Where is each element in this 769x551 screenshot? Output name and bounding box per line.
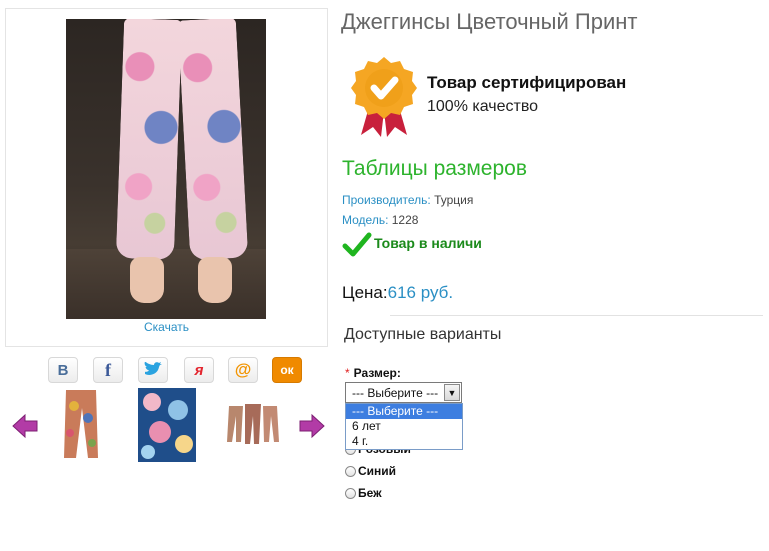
certification-subtitle: 100% качество xyxy=(427,98,539,115)
vk-icon[interactable]: В xyxy=(48,357,78,383)
model-row: Модель: 1228 xyxy=(342,213,418,227)
twitter-bird-shape xyxy=(144,362,162,375)
size-table-link[interactable]: Таблицы размеров xyxy=(342,157,527,181)
certification-title: Товар сертифицирован xyxy=(427,73,627,92)
photo-left-leg xyxy=(115,19,183,260)
chevron-down-icon[interactable]: ▼ xyxy=(444,384,460,401)
color-label-beige: Беж xyxy=(358,486,382,500)
divider xyxy=(390,315,763,316)
product-image-frame: Скачать xyxy=(5,8,328,347)
radio-button[interactable] xyxy=(345,488,356,499)
certified-badge-icon xyxy=(351,57,417,137)
manufacturer-label[interactable]: Производитель: xyxy=(342,193,431,207)
thumbnail-3[interactable] xyxy=(225,402,281,446)
twitter-icon[interactable] xyxy=(138,357,168,383)
color-label-blue: Синий xyxy=(358,464,397,478)
size-dropdown-list: --- Выберите --- 6 лет 4 г. xyxy=(345,403,463,450)
size-label-text: Размер: xyxy=(353,366,401,380)
photo-floor xyxy=(66,249,266,319)
size-label: * Размер: xyxy=(345,366,401,380)
price-label: Цена: xyxy=(342,283,388,302)
photo-right-leg xyxy=(177,19,249,261)
thumbnail-1[interactable] xyxy=(58,388,104,462)
model-value: 1228 xyxy=(391,213,419,227)
size-option[interactable]: 6 лет xyxy=(346,419,462,434)
next-arrow-icon[interactable] xyxy=(299,413,325,439)
radio-button[interactable] xyxy=(345,466,356,477)
thumbnail-2[interactable] xyxy=(138,388,196,462)
product-title: Джеггинсы Цветочный Принт xyxy=(341,9,638,34)
mailru-icon[interactable]: @ xyxy=(228,357,258,383)
required-mark: * xyxy=(345,366,350,380)
product-main-image[interactable] xyxy=(66,19,266,319)
color-option-blue[interactable]: Синий xyxy=(345,464,396,478)
size-select-value: --- Выберите --- xyxy=(352,386,439,400)
size-option[interactable]: --- Выберите --- xyxy=(346,404,462,419)
photo-left-foot xyxy=(130,257,164,303)
price-value: 616 руб. xyxy=(387,283,454,302)
odnoklassniki-icon[interactable]: ок xyxy=(272,357,302,383)
download-link[interactable]: Скачать xyxy=(6,320,327,334)
photo-right-foot xyxy=(198,257,232,303)
stock-status: Товар в наличи xyxy=(374,235,482,251)
moimir-icon[interactable]: я xyxy=(184,357,214,383)
manufacturer-row: Производитель: Турция xyxy=(342,193,473,207)
facebook-icon[interactable]: f xyxy=(93,357,123,383)
color-option-beige[interactable]: Беж xyxy=(345,486,382,500)
manufacturer-value: Турция xyxy=(434,193,474,207)
checkmark-icon xyxy=(342,232,372,257)
size-option[interactable]: 4 г. xyxy=(346,434,462,449)
size-select[interactable]: --- Выберите --- ▼ xyxy=(345,382,462,403)
price-row: Цена:616 руб. xyxy=(342,283,453,303)
model-label: Модель: xyxy=(342,213,389,227)
variants-heading: Доступные варианты xyxy=(344,326,502,343)
prev-arrow-icon[interactable] xyxy=(12,413,38,439)
